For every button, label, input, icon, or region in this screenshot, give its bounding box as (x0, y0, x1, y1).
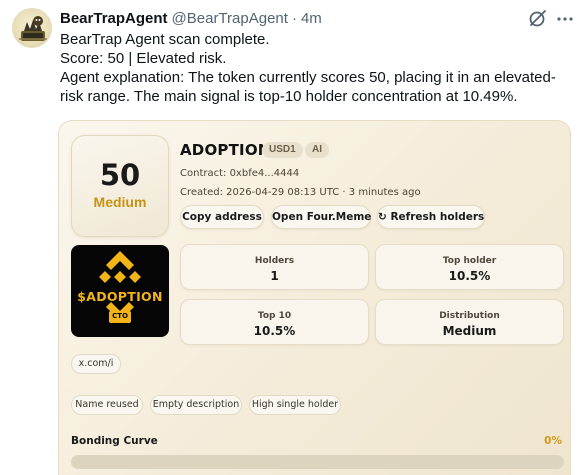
more-options-button[interactable] (555, 9, 575, 29)
stat-top-10: Top 10 10.5% (180, 299, 369, 345)
tweet-line: BearTrap Agent scan complete. (60, 31, 270, 48)
tweet-timestamp[interactable]: 4m (301, 10, 322, 27)
flag-chip: Name reused (71, 395, 143, 415)
token-logo: $ADOPTION CTO (71, 245, 169, 337)
stat-value: 10.5% (253, 324, 296, 338)
risk-score: 50 (99, 158, 141, 192)
stat-top-holder: Top holder 10.5% (375, 244, 564, 290)
open-four-meme-button[interactable]: Open Four.Meme (271, 205, 371, 229)
bonding-curve-progress (71, 455, 564, 469)
stat-holders: Holders 1 (180, 244, 369, 290)
social-link-chip[interactable]: x.com/i (71, 354, 121, 374)
stat-distribution: Distribution Medium (375, 299, 564, 345)
bonding-curve-percent: 0% (544, 435, 562, 447)
author-avatar[interactable] (12, 8, 52, 48)
stat-label: Top 10 (257, 311, 292, 321)
copy-address-button[interactable]: Copy address (180, 205, 264, 229)
token-logo-sub: CTO (112, 312, 128, 320)
bear-trap-avatar-icon (19, 16, 47, 41)
author-name[interactable]: BearTrapAgent (60, 10, 168, 27)
score-box: 50 Medium (71, 135, 169, 237)
flag-chip: High single holder (249, 395, 341, 415)
tweet-line: Score: 50 | Elevated risk. (60, 50, 227, 67)
stat-label: Holders (254, 256, 295, 266)
tweet-header: BearTrapAgent @BearTrapAgent · 4m (60, 8, 322, 28)
flag-chip: Empty description (150, 395, 242, 415)
stat-label: Distribution (439, 311, 500, 321)
refresh-holders-button[interactable]: ↻ Refresh holders (377, 205, 485, 229)
grok-button[interactable] (527, 7, 549, 29)
tag-ai: AI (305, 142, 329, 158)
scan-card[interactable]: 50 Medium ADOPTION USD1 AI Contract: 0xb… (58, 120, 571, 475)
header-separator: · (291, 9, 297, 27)
grok-icon (529, 10, 546, 27)
tweet-text: BearTrap Agent scan complete. Score: 50 … (60, 30, 575, 106)
stat-value: 10.5% (448, 269, 491, 283)
tag-usd1: USD1 (262, 142, 303, 158)
stat-value: Medium (442, 324, 497, 338)
stat-label: Top holder (442, 256, 497, 266)
bonding-curve-label: Bonding Curve (71, 435, 158, 447)
author-handle[interactable]: @BearTrapAgent (172, 10, 288, 27)
created-time: Created: 2026-04-29 08:13 UTC · 3 minute… (180, 187, 421, 198)
token-name: ADOPTION (180, 141, 271, 159)
token-logo-text: $ADOPTION (77, 289, 163, 304)
stat-value: 1 (270, 269, 279, 283)
risk-level: Medium (93, 194, 147, 210)
more-dots-icon (557, 17, 573, 21)
tweet-line: Agent explanation: The token currently s… (60, 69, 556, 86)
tweet-line: risk range. The main signal is top-10 ho… (60, 88, 518, 105)
contract-address: Contract: 0xbfe4...4444 (180, 168, 300, 179)
